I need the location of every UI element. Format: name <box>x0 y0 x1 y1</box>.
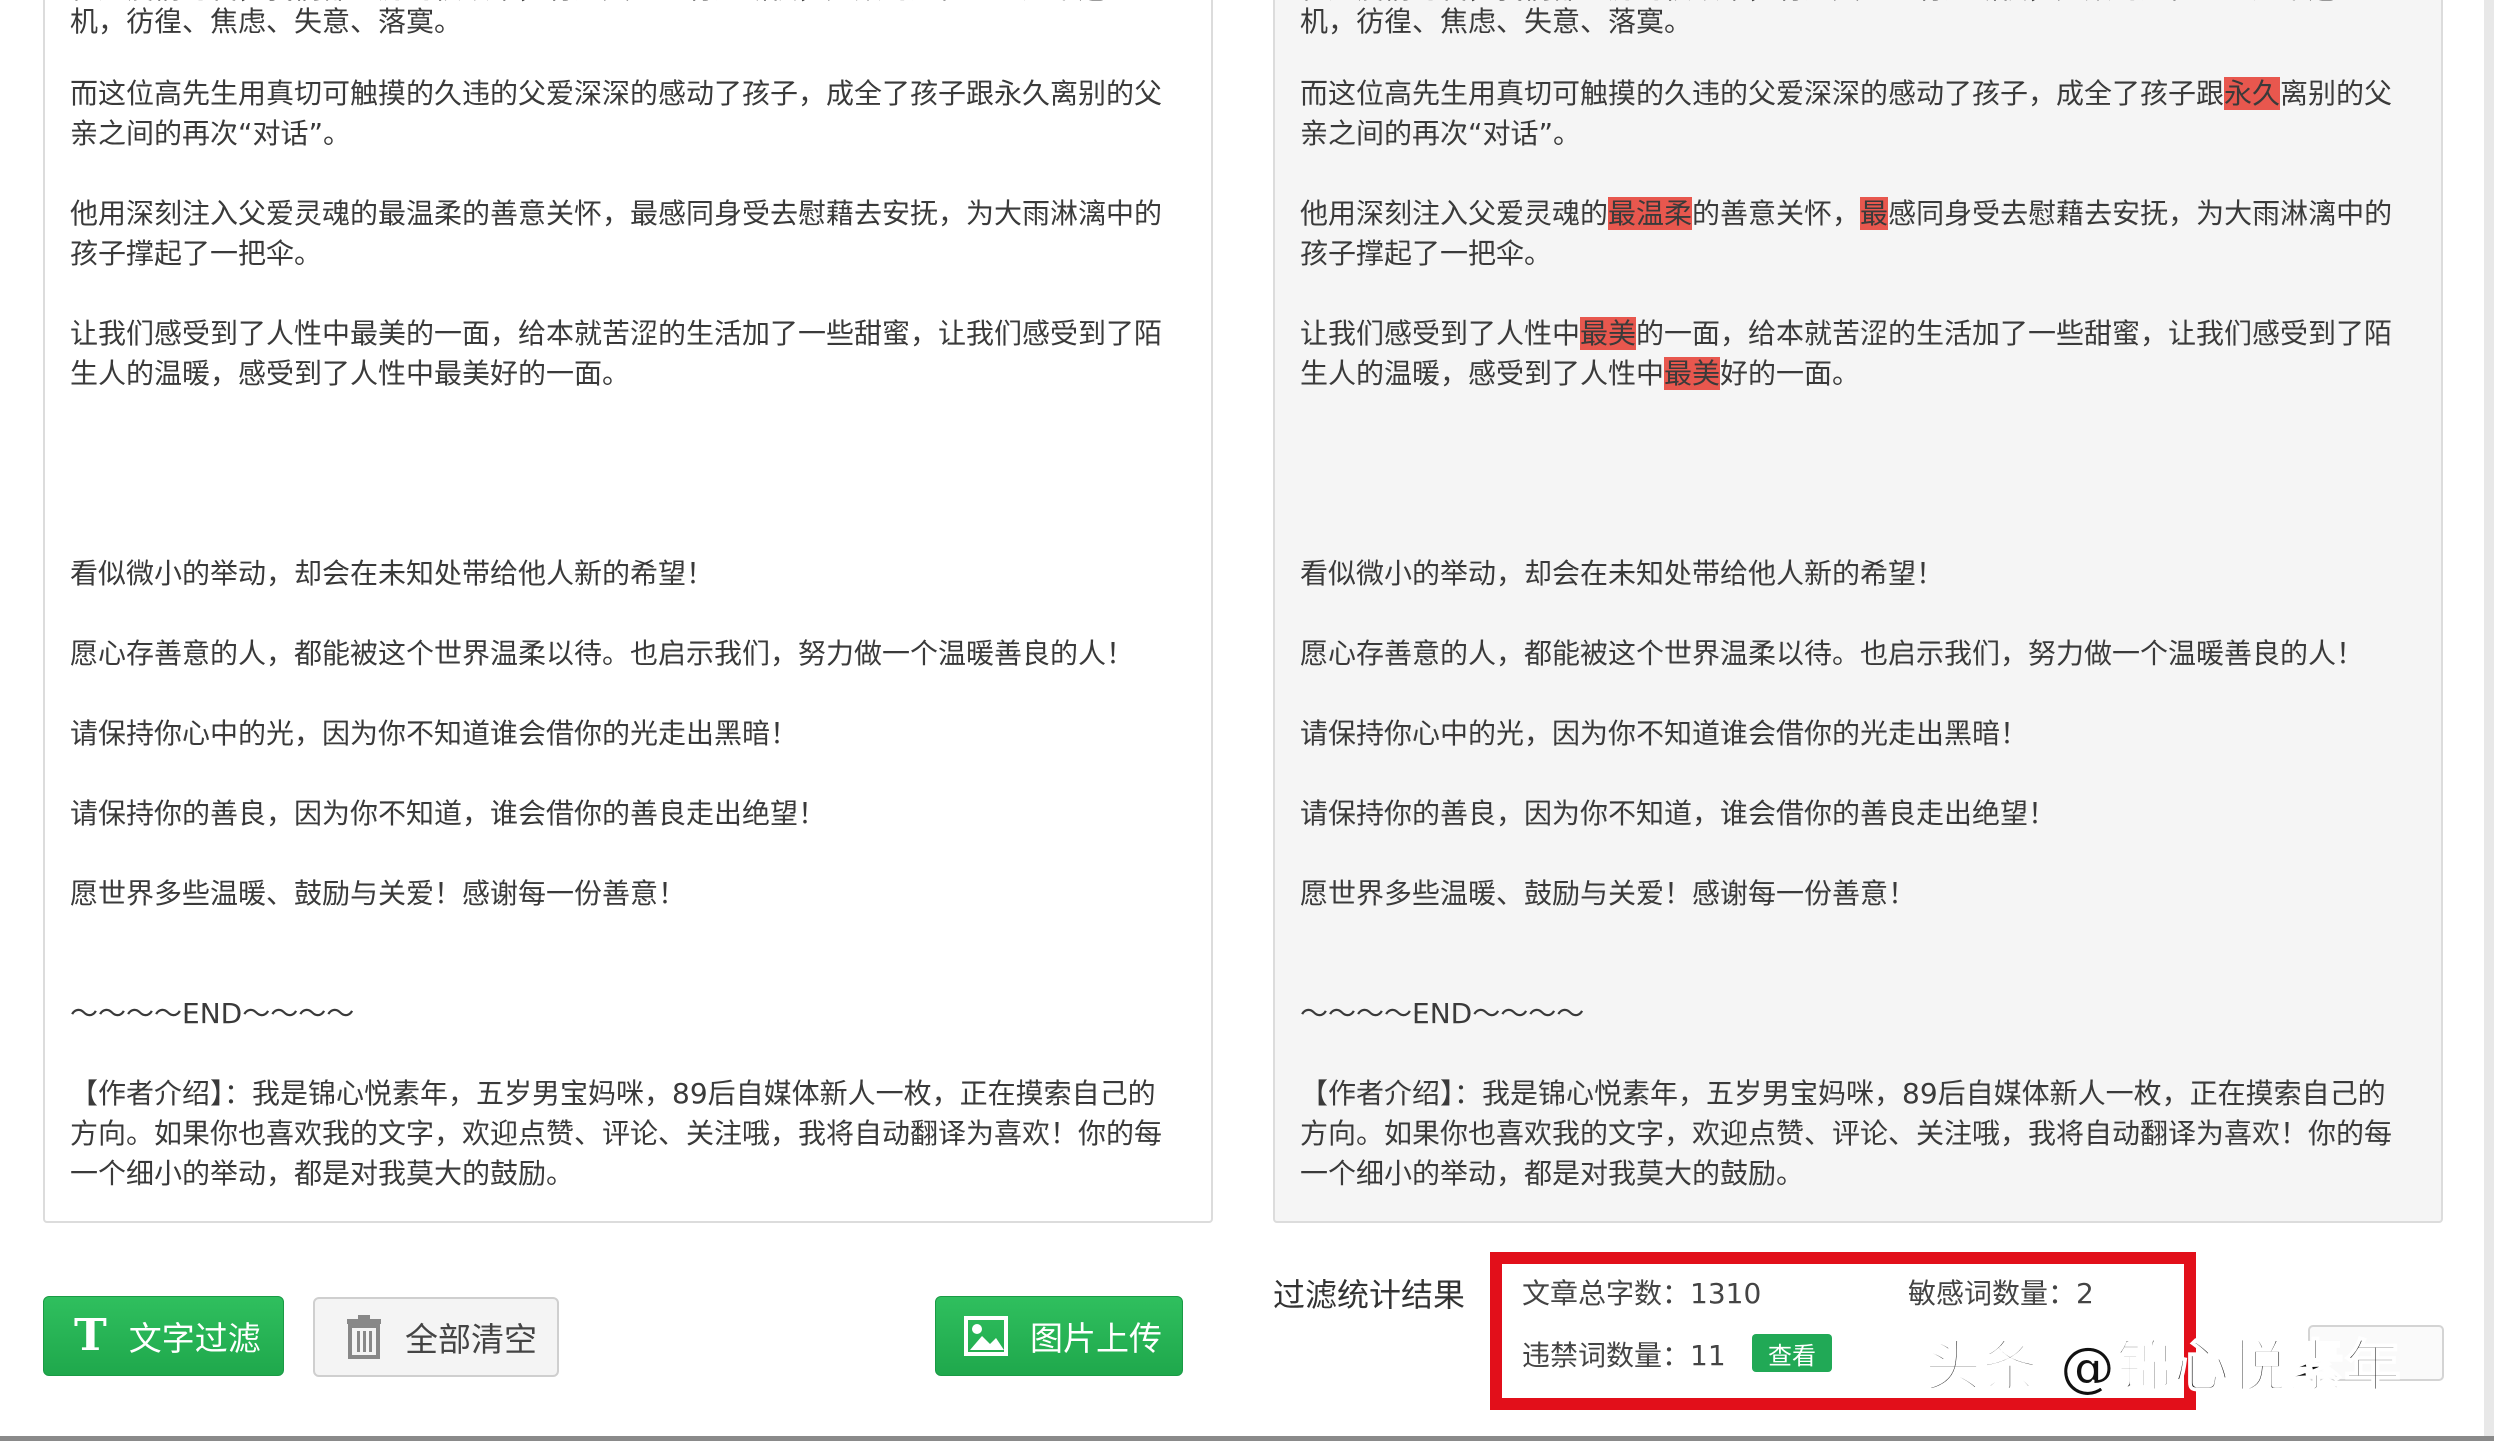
input-text-line: 请保持你的善良，因为你不知道，谁会借你的善良走出绝望！ <box>70 797 827 830</box>
input-text-line: 亲之间的再次“对话”。 <box>70 117 352 150</box>
input-text-line: 方向。如果你也喜欢我的文字，欢迎点赞、评论、关注哦，我将自动翻译为喜欢！你的每 <box>70 1117 1163 1150</box>
result-text-line: 孩子撑起了一把伞。 <box>1300 234 1552 274</box>
page-scrollbar[interactable] <box>2484 0 2494 1441</box>
total-chars-value: 1310 <box>1690 1277 1762 1310</box>
result-text-content: 在这疫情时代，我们都经历的很艰难，有人失业、有人断供，无数的人在经过这个危机，彷… <box>1300 0 2411 1221</box>
trash-icon <box>347 1315 381 1359</box>
total-chars-stat: 文章总字数：1310 <box>1522 1272 1761 1312</box>
result-text-line: 一个细小的举动，都是对我莫大的鼓励。 <box>1300 1154 1804 1194</box>
result-text-line: 亲之间的再次“对话”。 <box>1300 114 1581 154</box>
result-text-line: 方向。如果你也喜欢我的文字，欢迎点赞、评论、关注哦，我将自动翻译为喜欢！你的每 <box>1300 1114 2392 1154</box>
bottom-divider <box>0 1436 2494 1441</box>
result-text-segment: 好的一面。 <box>1720 357 1861 390</box>
result-text-line: 而这位高先生用真切可触摸的久违的父爱深深的感动了孩子，成全了孩子跟永久离别的父 <box>1300 74 2392 114</box>
result-text-segment: 一个细小的举动，都是对我莫大的鼓励。 <box>1300 1157 1805 1190</box>
input-text-content: 在这疫情时代，我们都经历的很艰难，有人失业、有人断供，无数的人在经过这个危机，彷… <box>70 0 1181 1221</box>
clear-all-button[interactable]: 全部清空 <box>313 1297 559 1377</box>
image-icon <box>964 1316 1008 1356</box>
input-text-area[interactable]: 在这疫情时代，我们都经历的很艰难，有人失业、有人断供，无数的人在经过这个危机，彷… <box>43 0 1213 1223</box>
result-text-line: 生人的温暖，感受到了人性中最美好的一面。 <box>1300 354 1860 394</box>
result-text-line: 请保持你心中的光，因为你不知道谁会借你的光走出黑暗！ <box>1300 714 2028 754</box>
result-text-line: 机，彷徨、焦虑、失意、落寞。 <box>1300 2 1692 42</box>
image-upload-button[interactable]: 图片上传 <box>935 1296 1183 1376</box>
result-text-segment: 孩子撑起了一把伞。 <box>1300 237 1553 270</box>
result-text-line: 【作者介绍】：我是锦心悦素年，五岁男宝妈咪，89后自媒体新人一枚，正在摸索自己的 <box>1300 1074 2386 1114</box>
result-text-line: 请保持你的善良，因为你不知道，谁会借你的善良走出绝望！ <box>1300 794 2056 834</box>
banned-words-value: 11 <box>1690 1339 1726 1372</box>
result-text-segment: 愿心存善意的人，都能被这个世界温柔以待。也启示我们，努力做一个温暖善良的人！ <box>1300 637 2365 670</box>
result-text-area: 在这疫情时代，我们都经历的很艰难，有人失业、有人断供，无数的人在经过这个危机，彷… <box>1273 0 2443 1223</box>
result-text-segment: 请保持你的善良，因为你不知道，谁会借你的善良走出绝望！ <box>1300 797 2057 830</box>
clear-all-label: 全部清空 <box>405 1320 537 1359</box>
input-text-line: 机，彷徨、焦虑、失意、落寞。 <box>70 5 463 38</box>
sensitive-word-highlight: 最温柔 <box>1608 197 1693 230</box>
result-text-segment: 生人的温暖，感受到了人性中 <box>1300 357 1665 390</box>
watermark-text: 头条 @锦心悦素年 <box>1924 1334 2402 1401</box>
input-text-line: 愿世界多些温暖、鼓励与关爱！感谢每一份善意！ <box>70 877 687 910</box>
sensitive-word-highlight: 最 <box>1860 197 1889 230</box>
result-text-line: 他用深刻注入父爱灵魂的最温柔的善意关怀，最感同身受去慰藉去安抚，为大雨淋漓中的 <box>1300 194 2392 234</box>
sensitive-words-stat: 敏感词数量：2 <box>1908 1272 2094 1312</box>
result-text-segment: 让我们感受到了人性中 <box>1300 317 1581 350</box>
result-text-line: 让我们感受到了人性中最美的一面，给本就苦涩的生活加了一些甜蜜，让我们感受到了陌 <box>1300 314 2392 354</box>
text-filter-button[interactable]: T 文字过滤 <box>43 1296 284 1376</box>
total-chars-label: 文章总字数： <box>1522 1277 1691 1310</box>
input-text-line: 而这位高先生用真切可触摸的久违的父爱深深的感动了孩子，成全了孩子跟永久离别的父 <box>70 77 1163 110</box>
result-text-segment: 他用深刻注入父爱灵魂的 <box>1300 197 1609 230</box>
page: 在这疫情时代，我们都经历的很艰难，有人失业、有人断供，无数的人在经过这个危机，彷… <box>0 0 2494 1441</box>
banned-words-stat: 违禁词数量：11 <box>1522 1334 1726 1374</box>
input-text-line: 他用深刻注入父爱灵魂的最温柔的善意关怀，最感同身受去慰藉去安抚，为大雨淋漓中的 <box>70 197 1163 230</box>
result-text-line: 看似微小的举动，却会在未知处带给他人新的希望！ <box>1300 554 1944 594</box>
result-text-segment: 感同身受去慰藉去安抚，为大雨淋漓中的 <box>1888 197 2393 230</box>
input-text-line: 愿心存善意的人，都能被这个世界温柔以待。也启示我们，努力做一个温暖善良的人！ <box>70 637 1135 670</box>
input-text-line: 请保持你心中的光，因为你不知道谁会借你的光走出黑暗！ <box>70 717 799 750</box>
input-text-line: 孩子撑起了一把伞。 <box>70 237 323 270</box>
result-text-segment: 的善意关怀， <box>1692 197 1861 230</box>
result-text-segment: 看似微小的举动，却会在未知处带给他人新的希望！ <box>1300 557 1945 590</box>
result-text-segment: 离别的父 <box>2280 77 2393 110</box>
sensitive-word-highlight: 永久 <box>2224 77 2281 110</box>
image-upload-label: 图片上传 <box>1030 1319 1162 1358</box>
result-text-segment: 亲之间的再次“对话”。 <box>1300 117 1582 150</box>
result-text-line: 愿世界多些温暖、鼓励与关爱！感谢每一份善意！ <box>1300 874 1916 914</box>
result-text-segment: ～～～～END～～～～ <box>1300 997 1585 1030</box>
result-text-segment: 方向。如果你也喜欢我的文字，欢迎点赞、评论、关注哦，我将自动翻译为喜欢！你的每 <box>1300 1117 2393 1150</box>
result-text-segment: 愿世界多些温暖、鼓励与关爱！感谢每一份善意！ <box>1300 877 1917 910</box>
input-text-line: 一个细小的举动，都是对我莫大的鼓励。 <box>70 1157 575 1190</box>
sensitive-word-highlight: 最美 <box>1664 357 1721 390</box>
sensitive-words-label: 敏感词数量： <box>1908 1277 2077 1310</box>
input-text-line: ～～～～END～～～～ <box>70 997 355 1030</box>
text-t-icon: T <box>74 1310 107 1361</box>
result-text-line: ～～～～END～～～～ <box>1300 994 1584 1034</box>
sensitive-word-highlight: 最美 <box>1580 317 1637 350</box>
input-text-line: 【作者介绍】：我是锦心悦素年，五岁男宝妈咪，89后自媒体新人一枚，正在摸索自己的 <box>70 1077 1156 1110</box>
text-filter-label: 文字过滤 <box>128 1319 261 1358</box>
sensitive-words-value: 2 <box>2076 1277 2094 1310</box>
view-banned-words-button[interactable]: 查看 <box>1752 1334 1832 1372</box>
result-text-segment: 而这位高先生用真切可触摸的久违的父爱深深的感动了孩子，成全了孩子跟 <box>1300 77 2225 110</box>
input-text-line: 看似微小的举动，却会在未知处带给他人新的希望！ <box>70 557 715 590</box>
result-text-segment: 【作者介绍】：我是锦心悦素年，五岁男宝妈咪，89后自媒体新人一枚，正在摸索自己的 <box>1300 1077 2386 1110</box>
result-text-line: 愿心存善意的人，都能被这个世界温柔以待。也启示我们，努力做一个温暖善良的人！ <box>1300 634 2364 674</box>
result-text-segment: 请保持你心中的光，因为你不知道谁会借你的光走出黑暗！ <box>1300 717 2029 750</box>
result-text-segment: 机，彷徨、焦虑、失意、落寞。 <box>1300 5 1693 38</box>
result-text-segment: 的一面，给本就苦涩的生活加了一些甜蜜，让我们感受到了陌 <box>1636 317 2393 350</box>
stats-title: 过滤统计结果 <box>1273 1276 1466 1314</box>
banned-words-label: 违禁词数量： <box>1522 1339 1691 1372</box>
input-text-line: 让我们感受到了人性中最美的一面，给本就苦涩的生活加了一些甜蜜，让我们感受到了陌 <box>70 317 1163 350</box>
input-text-line: 生人的温暖，感受到了人性中最美好的一面。 <box>70 357 631 390</box>
